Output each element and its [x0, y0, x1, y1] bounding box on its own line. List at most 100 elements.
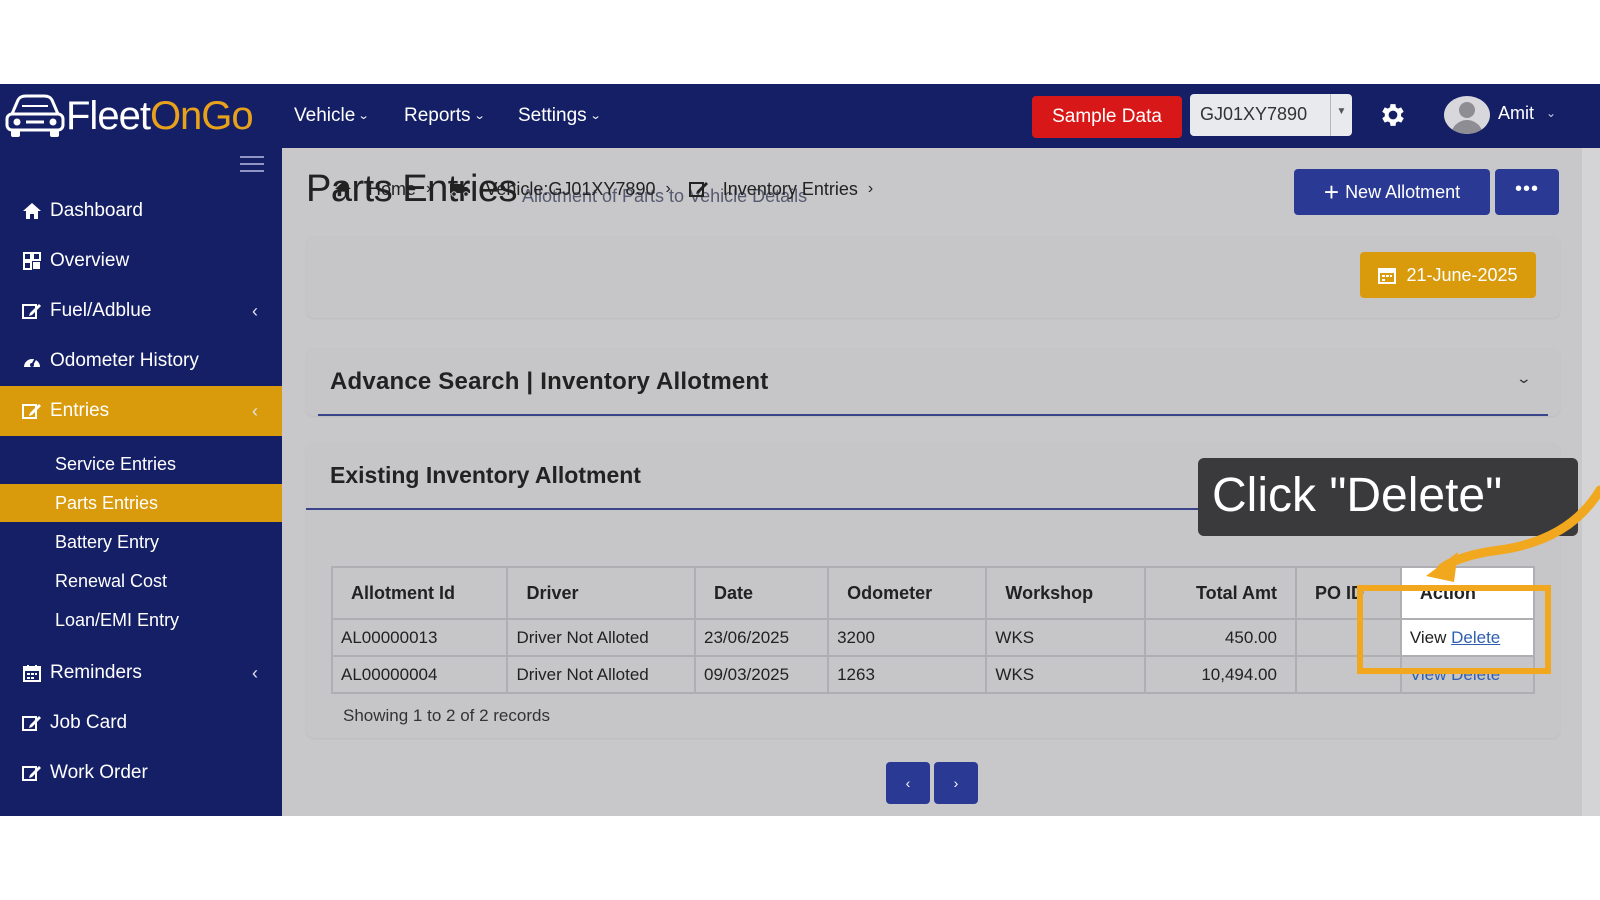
- sidebar-subitem-renewal-cost[interactable]: Renewal Cost: [0, 562, 282, 600]
- sidebar-subitem-parts-entries[interactable]: Parts Entries: [0, 484, 282, 522]
- sidebar-item-label: Overview: [50, 250, 130, 271]
- chevron-down-icon[interactable]: ⌄: [1546, 84, 1556, 142]
- breadcrumb-home[interactable]: Home: [368, 179, 416, 200]
- chevron-left-icon: ‹: [252, 400, 258, 421]
- column-header[interactable]: Odometer: [827, 566, 988, 620]
- cell-allotment-id: AL00000004: [330, 655, 509, 694]
- allotment-table: Allotment Id Driver Date Odometer Worksh…: [330, 566, 1536, 694]
- nav-vehicle-label: Vehicle: [294, 105, 356, 126]
- sidebar-subitem-battery-entry[interactable]: Battery Entry: [0, 523, 282, 561]
- existing-allotment-title: Existing Inventory Allotment: [330, 462, 641, 488]
- car-logo-icon: [5, 94, 65, 137]
- home-icon: [335, 181, 351, 197]
- dropdown-arrow-icon: ▼: [1330, 94, 1352, 136]
- avatar-body: [1451, 120, 1483, 134]
- records-info: Showing 1 to 2 of 2 records: [343, 706, 550, 725]
- vehicle-select[interactable]: GJ01XY7890 ▼: [1190, 94, 1352, 136]
- column-header[interactable]: Total Amt: [1143, 566, 1297, 620]
- sidebar-item-label: Dashboard: [50, 200, 143, 221]
- new-allotment-button[interactable]: + New Allotment: [1294, 169, 1490, 215]
- cell-odometer: 3200: [827, 618, 988, 657]
- hamburger-menu-icon[interactable]: [240, 156, 264, 174]
- breadcrumb: Home › Vehicle:GJ01XY7890 › Inventory En…: [334, 148, 873, 230]
- sidebar-item-dashboard[interactable]: Dashboard: [0, 186, 282, 236]
- next-page-button[interactable]: ›: [934, 762, 978, 804]
- avatar-head: [1459, 102, 1475, 118]
- cell-date: 23/06/2025: [693, 618, 830, 657]
- sidebar-item-label: Work Order: [50, 762, 148, 783]
- sample-data-button[interactable]: Sample Data: [1032, 96, 1182, 138]
- sidebar: Dashboard Overview Fuel/Adblue ‹ Odomete…: [0, 148, 282, 816]
- cell-odometer: 1263: [827, 655, 988, 694]
- plus-icon: +: [1323, 177, 1340, 207]
- edit-icon: [688, 182, 708, 197]
- breadcrumb-vehicle[interactable]: Vehicle:GJ01XY7890: [485, 179, 655, 200]
- chevron-left-icon: ‹: [252, 662, 258, 683]
- section-divider: [318, 414, 1548, 416]
- sidebar-item-work-order[interactable]: Work Order: [0, 748, 282, 798]
- breadcrumb-inventory-entries[interactable]: Inventory Entries: [723, 179, 858, 200]
- sidebar-item-label: Odometer History: [50, 350, 199, 371]
- edit-icon: [20, 714, 44, 732]
- brand-name: FleetOnGo: [66, 92, 254, 140]
- nav-vehicle-menu[interactable]: Vehicle ⌄: [294, 84, 370, 148]
- sidebar-item-label: Fuel/Adblue: [50, 300, 152, 321]
- cell-driver: Driver Not Alloted: [506, 655, 696, 694]
- calendar-icon: [20, 664, 44, 682]
- column-header[interactable]: Workshop: [985, 566, 1146, 620]
- sidebar-item-odometer-history[interactable]: Odometer History: [0, 336, 282, 386]
- chevron-right-icon: ›: [426, 180, 432, 197]
- sidebar-item-entries[interactable]: Entries ‹: [0, 386, 282, 436]
- chevron-right-icon: ›: [665, 180, 671, 197]
- brand-logo[interactable]: FleetOnGo: [4, 92, 254, 140]
- sidebar-item-label: Job Card: [50, 712, 128, 733]
- nav-reports-menu[interactable]: Reports ⌄: [404, 84, 486, 148]
- vehicle-select-value: GJ01XY7890: [1200, 104, 1308, 124]
- chevron-right-icon: ›: [867, 180, 874, 197]
- grid-icon: [20, 252, 44, 270]
- more-options-button[interactable]: •••: [1495, 169, 1559, 215]
- tutorial-arrow-icon: [1426, 485, 1600, 582]
- brand-name-part1: Fleet: [66, 94, 151, 138]
- sidebar-subitem-loan-emi-entry[interactable]: Loan/EMI Entry: [0, 601, 282, 639]
- sidebar-subitem-service-entries[interactable]: Service Entries: [0, 445, 282, 483]
- chevron-down-icon: ⌄: [473, 110, 486, 122]
- nav-settings-label: Settings: [518, 105, 587, 126]
- brand-name-part2: OnGo: [149, 94, 254, 138]
- column-header[interactable]: Date: [693, 566, 830, 620]
- edit-icon: [20, 402, 44, 420]
- nav-settings-menu[interactable]: Settings ⌄: [518, 84, 602, 148]
- top-navbar: FleetOnGo Vehicle ⌄ Reports ⌄ Settings ⌄ Sa…: [0, 84, 1600, 148]
- chevron-left-icon: ‹: [252, 300, 258, 321]
- date-label: 21-June-2025: [1406, 264, 1518, 285]
- chevron-down-icon[interactable]: ⌄: [1516, 370, 1532, 387]
- date-button[interactable]: 21-June-2025: [1360, 252, 1536, 298]
- edit-icon: [20, 764, 44, 782]
- nav-reports-label: Reports: [404, 105, 471, 126]
- sidebar-item-fuel-adblue[interactable]: Fuel/Adblue ‹: [0, 286, 282, 336]
- sidebar-item-reminders[interactable]: Reminders ‹: [0, 648, 282, 698]
- prev-page-button[interactable]: ‹: [886, 762, 930, 804]
- cell-total-amt: 10,494.00: [1143, 655, 1297, 694]
- user-name[interactable]: Amit: [1498, 84, 1534, 142]
- truck-icon: [450, 184, 471, 197]
- chevron-down-icon: ⌄: [589, 110, 602, 122]
- home-icon: [20, 202, 44, 220]
- table-row: AL00000013 Driver Not Alloted 23/06/2025…: [330, 618, 1536, 657]
- gear-icon[interactable]: [1378, 100, 1408, 130]
- column-header[interactable]: Driver: [506, 566, 696, 620]
- cell-allotment-id: AL00000013: [330, 618, 509, 657]
- cell-driver: Driver Not Alloted: [506, 618, 696, 657]
- sidebar-item-overview[interactable]: Overview: [0, 236, 282, 286]
- sidebar-item-job-card[interactable]: Job Card: [0, 698, 282, 748]
- advance-search-title[interactable]: Advance Search | Inventory Allotment: [330, 368, 768, 396]
- user-avatar[interactable]: [1444, 96, 1490, 134]
- sidebar-item-label: Reminders: [50, 662, 142, 683]
- sidebar-item-label: Entries: [50, 400, 110, 421]
- gauge-icon: [20, 352, 44, 370]
- cell-workshop: WKS: [985, 618, 1146, 657]
- table-header-row: Allotment Id Driver Date Odometer Worksh…: [330, 566, 1536, 620]
- cell-total-amt: 450.00: [1143, 618, 1297, 657]
- column-header[interactable]: Allotment Id: [330, 566, 509, 620]
- calendar-icon: [1378, 268, 1397, 284]
